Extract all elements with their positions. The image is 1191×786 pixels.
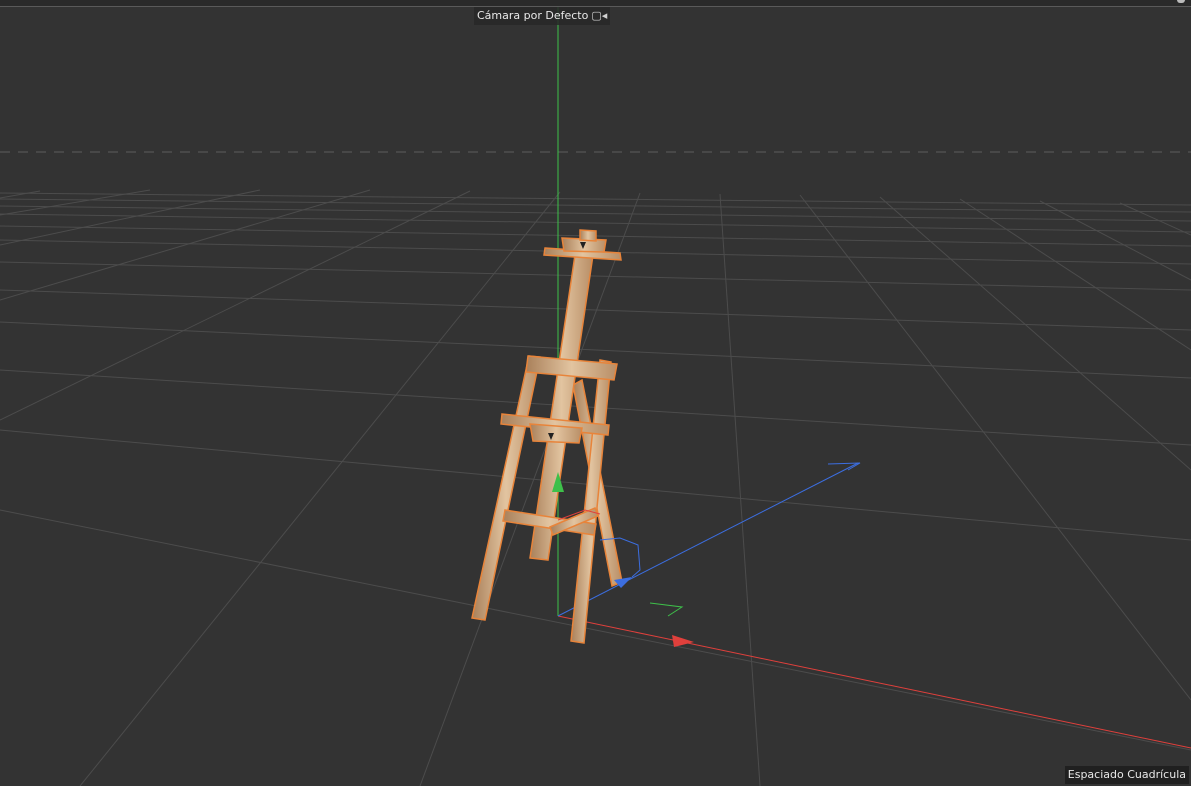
gizmo-free-handle: [649, 602, 684, 617]
camera-selector[interactable]: Cámara por Defecto ▢◂: [474, 7, 611, 25]
gizmo-x-handle: [672, 635, 694, 647]
viewport-canvas[interactable]: [0, 0, 1191, 786]
3d-viewport[interactable]: Cámara por Defecto ▢◂ Espaciado Cuadrícu…: [0, 0, 1191, 786]
camera-icon[interactable]: ▢◂: [591, 7, 607, 25]
easel-model[interactable]: [471, 229, 623, 644]
camera-label-text: Cámara por Defecto: [477, 9, 589, 22]
axis-x-line: [557, 615, 1191, 749]
grid-spacing-label: Espaciado Cuadrícula: [1064, 766, 1189, 784]
viewport-top-border: [0, 0, 1191, 7]
